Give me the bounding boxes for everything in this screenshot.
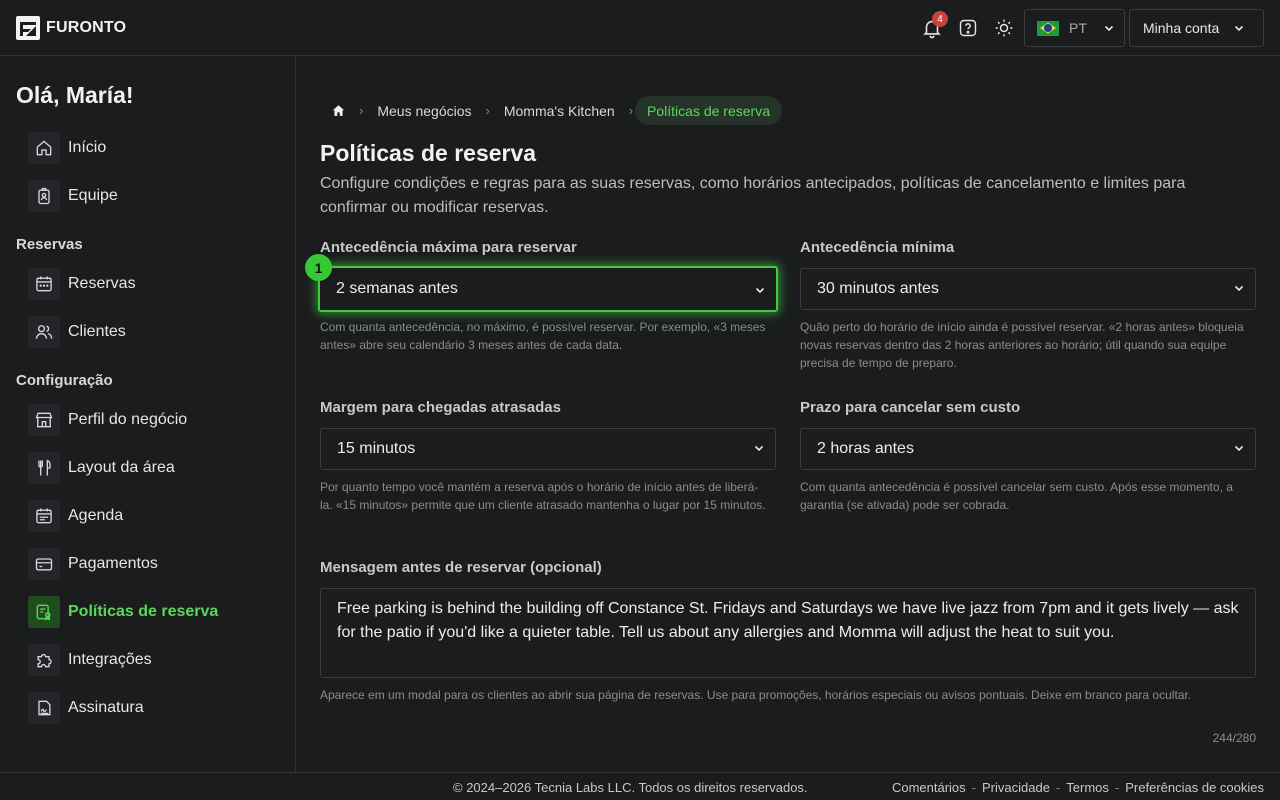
sidebar-item-label: Clientes [68, 323, 126, 340]
max-advance-label: Antecedência máxima para reservar [320, 239, 577, 256]
character-counter: 244/280 [1212, 731, 1256, 745]
breadcrumb-separator: › [628, 103, 634, 118]
sidebar-item-inicio[interactable]: Início [28, 132, 106, 164]
sidebar-item-clientes[interactable]: Clientes [28, 316, 126, 348]
chevron-down-icon [1234, 285, 1244, 292]
footer: © 2024–2026 Tecnia Labs LLC. Todos os di… [0, 772, 1280, 800]
sidebar-item-label: Reservas [68, 275, 136, 292]
select-value: 30 minutos antes [817, 280, 939, 297]
brand-logo[interactable]: FURONTO [16, 16, 126, 40]
cancel-deadline-label: Prazo para cancelar sem custo [800, 399, 1021, 416]
footer-separator: - [1055, 780, 1061, 795]
logo-icon [16, 16, 40, 40]
sidebar: Olá, María! Início Equipe Reservas Reser… [0, 56, 296, 772]
sidebar-item-label: Pagamentos [68, 555, 158, 572]
section-title-reservas: Reservas [16, 236, 83, 253]
users-icon [28, 316, 60, 348]
chevron-down-icon [755, 287, 765, 294]
sidebar-item-label: Equipe [68, 187, 118, 204]
breadcrumb-separator: › [485, 103, 490, 118]
home-icon [332, 105, 345, 116]
footer-separator: - [1114, 780, 1120, 795]
puzzle-icon [28, 644, 60, 676]
footer-separator: - [971, 780, 976, 795]
sidebar-item-politicas[interactable]: Políticas de reserva [28, 596, 218, 628]
fork-knife-icon [28, 452, 60, 484]
calendar-icon [28, 268, 60, 300]
sidebar-item-layout[interactable]: Layout da área [28, 452, 175, 484]
help-icon [959, 19, 977, 37]
page-description: Configure condições e regras para as sua… [320, 175, 1186, 216]
breadcrumb-current: Políticas de reserva [635, 96, 782, 125]
late-margin-select[interactable]: 15 minutos [320, 428, 776, 470]
breadcrumb: › Meus negócios › Momma's Kitchen › Polí… [320, 96, 782, 125]
breadcrumb-home[interactable] [320, 96, 357, 125]
breadcrumb-separator: › [359, 103, 364, 118]
notification-badge: 4 [932, 11, 948, 27]
brand-name: FURONTO [46, 19, 127, 36]
max-advance-select[interactable]: 2 semanas antes [318, 266, 778, 312]
min-advance-help: Quão perto do horário de início ainda é … [800, 320, 1244, 370]
sidebar-item-label: Políticas de reserva [68, 603, 219, 620]
sun-icon [995, 19, 1013, 37]
footer-link-privacidade[interactable]: Privacidade [982, 780, 1050, 795]
greeting: Olá, María! [16, 82, 134, 108]
sidebar-item-label: Agenda [68, 507, 124, 524]
sidebar-item-label: Layout da área [68, 459, 175, 476]
footer-link-comentarios[interactable]: Comentários [892, 780, 966, 795]
account-menu-button[interactable]: Minha conta [1129, 9, 1264, 47]
cancel-deadline-help: Com quanta antecedência é possível cance… [800, 480, 1233, 512]
home-icon [28, 132, 60, 164]
min-advance-select[interactable]: 30 minutos antes [800, 268, 1256, 310]
footer-link-termos[interactable]: Termos [1066, 780, 1109, 795]
max-advance-help: Com quanta antecedência, no máximo, é po… [320, 320, 766, 352]
message-help: Aparece em um modal para os clientes ao … [320, 688, 1192, 702]
language-selector[interactable]: PT [1024, 9, 1125, 47]
sidebar-item-label: Início [68, 139, 107, 156]
annotation-marker: 1 [305, 254, 332, 281]
chevron-down-icon [754, 445, 764, 452]
page-title: Políticas de reserva [320, 140, 537, 166]
sidebar-item-pagamentos[interactable]: Pagamentos [28, 548, 158, 580]
sidebar-item-label: Perfil do negócio [68, 411, 188, 428]
cancel-deadline-select[interactable]: 2 horas antes [800, 428, 1256, 470]
sidebar-item-equipe[interactable]: Equipe [28, 180, 118, 212]
sidebar-item-perfil[interactable]: Perfil do negócio [28, 404, 187, 436]
chevron-down-icon [1234, 445, 1244, 452]
footer-links: Comentários - Privacidade - Termos - Pre… [892, 780, 1264, 795]
message-textarea[interactable]: Free parking is behind the building off … [320, 588, 1256, 678]
signature-icon [28, 692, 60, 724]
copyright: © 2024–2026 Tecnia Labs LLC. Todos os di… [453, 780, 808, 795]
policy-icon [28, 596, 60, 628]
chevron-down-icon [1235, 25, 1244, 32]
late-margin-label: Margem para chegadas atrasadas [320, 399, 561, 416]
footer-link-cookies[interactable]: Preferências de cookies [1125, 780, 1264, 795]
breadcrumb-item[interactable]: Meus negócios [365, 96, 483, 125]
late-margin-help: Por quanto tempo você mantém a reserva a… [320, 480, 766, 512]
sidebar-item-reservas[interactable]: Reservas [28, 268, 136, 300]
sidebar-item-agenda[interactable]: Agenda [28, 500, 123, 532]
team-icon [28, 180, 60, 212]
sidebar-item-integracoes[interactable]: Integrações [28, 644, 152, 676]
sidebar-item-assinatura[interactable]: Assinatura [28, 692, 144, 724]
section-title-configuracao: Configuração [16, 372, 113, 389]
agenda-icon [28, 500, 60, 532]
top-bar: FURONTO 4 PT Minha conta [0, 0, 1280, 56]
card-icon [28, 548, 60, 580]
help-button[interactable] [955, 15, 981, 41]
language-code: PT [1069, 20, 1087, 36]
breadcrumb-item[interactable]: Momma's Kitchen [492, 96, 627, 125]
brazil-flag-icon [1037, 20, 1059, 36]
message-label: Mensagem antes de reservar (opcional) [320, 559, 602, 576]
sidebar-item-label: Integrações [68, 651, 152, 668]
chevron-down-icon [1104, 25, 1113, 32]
select-value: 15 minutos [337, 440, 416, 457]
min-advance-label: Antecedência mínima [800, 239, 955, 256]
store-icon [28, 404, 60, 436]
account-label: Minha conta [1143, 20, 1220, 36]
theme-toggle-button[interactable] [991, 15, 1017, 41]
select-value: 2 semanas antes [336, 280, 458, 297]
select-value: 2 horas antes [817, 440, 914, 457]
sidebar-item-label: Assinatura [68, 699, 144, 716]
